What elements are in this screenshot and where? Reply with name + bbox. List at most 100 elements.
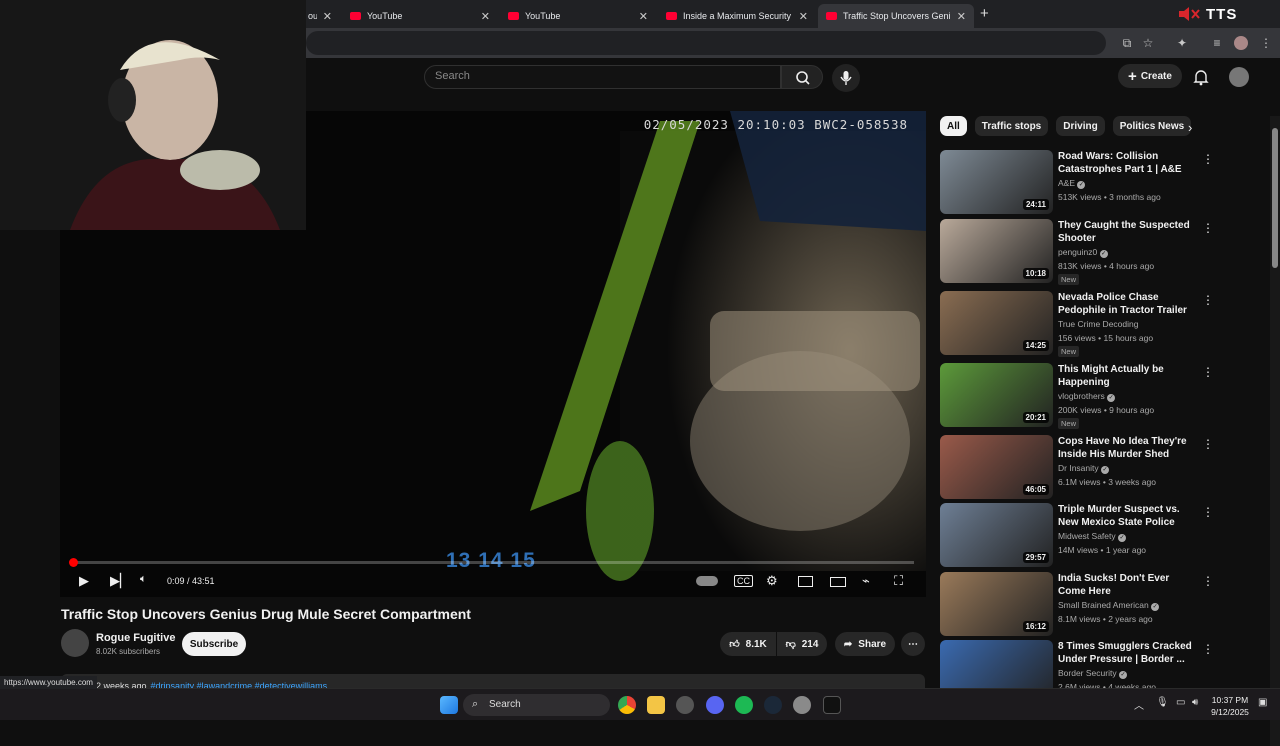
recommendation-title[interactable]: India Sucks! Don't Ever Come Here [1058, 572, 1194, 598]
volume-icon[interactable]: 🔈︎ [140, 573, 147, 586]
video-thumbnail[interactable]: 14:25 [940, 291, 1053, 355]
recommendation-title[interactable]: Nevada Police Chase Pedophile in Tractor… [1058, 291, 1194, 317]
recommendation-channel[interactable]: Midwest Safety ✓ [1058, 531, 1127, 542]
video-thumbnail[interactable]: 29:57 [940, 503, 1053, 567]
more-options-icon[interactable]: ⋮ [1202, 293, 1214, 307]
omnibox[interactable] [306, 31, 1106, 55]
bookmark-star-icon[interactable]: ☆ [1141, 36, 1155, 50]
recommendation-channel[interactable]: A&E ✓ [1058, 178, 1086, 189]
notifications-bell-icon[interactable] [1192, 68, 1210, 86]
recommendation-card[interactable]: 46:05 Cops Have No Idea They're Inside Hi… [940, 435, 1214, 499]
close-tab-icon[interactable]: ✕ [323, 10, 332, 23]
profile-avatar-icon[interactable] [1234, 36, 1248, 50]
tray-chevron-up-icon[interactable]: ︿ [1134, 697, 1144, 712]
share-button[interactable]: ➦ Share [835, 632, 895, 656]
miniplayer-icon[interactable] [798, 576, 813, 587]
spotify-icon[interactable] [735, 696, 753, 714]
scrubber-handle[interactable] [69, 558, 78, 567]
file-explorer-icon[interactable] [647, 696, 665, 714]
recommendation-channel[interactable]: Border Security ✓ [1058, 668, 1127, 679]
recommendation-channel[interactable]: vlogbrothers ✓ [1058, 391, 1116, 402]
browser-tab-active[interactable]: Traffic Stop Uncovers Genius D ✕ [818, 4, 974, 28]
chrome-icon[interactable] [618, 696, 636, 714]
tray-network-icon[interactable]: ▭ [1176, 697, 1185, 708]
taskbar-clock[interactable]: 10:37 PM 9/12/2025 [1208, 694, 1252, 718]
browser-tab[interactable]: Inside a Maximum Security Juv ✕ [658, 4, 816, 28]
steam-icon[interactable] [764, 696, 782, 714]
recommendation-title[interactable]: Cops Have No Idea They're Inside His Mur… [1058, 435, 1194, 461]
voice-search-button[interactable] [832, 64, 860, 92]
discord-icon[interactable] [706, 696, 724, 714]
notification-center-icon[interactable]: ▣ [1258, 697, 1267, 708]
browser-tab[interactable]: ou ✕ [300, 4, 340, 28]
more-options-icon[interactable]: ⋮ [1202, 437, 1214, 451]
more-options-icon[interactable]: ⋮ [1202, 642, 1214, 656]
recommendation-title[interactable]: 8 Times Smugglers Cracked Under Pressure… [1058, 640, 1194, 666]
video-thumbnail[interactable]: 24:11 [940, 150, 1053, 214]
close-tab-icon[interactable]: ✕ [957, 10, 966, 23]
channel-avatar[interactable] [61, 629, 89, 657]
recommendation-channel[interactable]: Dr Insanity ✓ [1058, 463, 1109, 474]
search-button[interactable] [781, 65, 823, 89]
more-options-icon[interactable]: ⋮ [1202, 221, 1214, 235]
progress-bar[interactable] [69, 558, 914, 567]
scrollbar-thumb[interactable] [1272, 128, 1278, 268]
recommendation-channel[interactable]: Small Brained American ✓ [1058, 600, 1160, 611]
recommendation-title[interactable]: Road Wars: Collision Catastrophes Part 1… [1058, 150, 1194, 176]
recommendation-card[interactable]: 10:18 They Caught the Suspected Shooter pe… [940, 219, 1214, 285]
channel-name[interactable]: Rogue Fugitive [96, 632, 175, 644]
browser-menu-icon[interactable]: ⋮ [1259, 36, 1273, 50]
windows-start-icon[interactable] [440, 696, 458, 714]
scrollbar[interactable] [1270, 116, 1280, 746]
fullscreen-icon[interactable]: ⛶ [894, 573, 903, 589]
video-thumbnail[interactable]: 10:18 [940, 219, 1053, 283]
chip-driving[interactable]: Driving [1056, 116, 1105, 136]
chip-politics-news[interactable]: Politics News [1112, 116, 1192, 136]
video-thumbnail[interactable]: 20:21 [940, 363, 1053, 427]
more-actions-button[interactable]: ⋯ [901, 632, 925, 656]
recommendation-channel[interactable]: penguinz0 ✓ [1058, 247, 1108, 258]
cast-icon[interactable]: ⌁ [862, 573, 870, 589]
more-options-icon[interactable]: ⋮ [1202, 365, 1214, 379]
create-button[interactable]: + Create [1118, 64, 1182, 88]
next-video-icon[interactable]: ▶▏ [110, 573, 130, 589]
autoplay-toggle-icon[interactable] [696, 576, 718, 586]
extensions-icon[interactable]: ✦ [1175, 36, 1189, 50]
video-thumbnail[interactable]: 16:12 [940, 572, 1053, 636]
tray-volume-icon[interactable]: 🔊︎ [1192, 697, 1198, 708]
close-tab-icon[interactable]: ✕ [799, 10, 808, 23]
recommendation-card[interactable]: 20:21 This Might Actually be Happening vlo… [940, 363, 1214, 429]
video-thumbnail[interactable]: 46:05 [940, 435, 1053, 499]
account-avatar[interactable] [1229, 67, 1249, 87]
recommendation-title[interactable]: They Caught the Suspected Shooter [1058, 219, 1194, 245]
theater-mode-icon[interactable] [830, 577, 846, 587]
tray-mic-icon[interactable]: 🎙︎ [1156, 697, 1169, 708]
settings-gear-icon[interactable]: ⚙ [766, 573, 778, 589]
chevron-right-icon[interactable]: › [1188, 120, 1192, 135]
more-options-icon[interactable]: ⋮ [1202, 152, 1214, 166]
browser-tab[interactable]: YouTube ✕ [342, 4, 498, 28]
recommendation-card[interactable]: 16:12 India Sucks! Don't Ever Come Here Sm… [940, 572, 1214, 636]
chip-traffic-stops[interactable]: Traffic stops [974, 116, 1049, 136]
search-input[interactable]: Search [424, 65, 781, 89]
recommendation-channel[interactable]: True Crime Decoding [1058, 319, 1138, 329]
app-icon[interactable] [823, 696, 841, 714]
plus-icon[interactable]: + [980, 5, 989, 22]
recommendation-title[interactable]: This Might Actually be Happening [1058, 363, 1194, 389]
reading-list-icon[interactable]: ≡ [1210, 36, 1224, 50]
subscribe-button[interactable]: Subscribe [182, 632, 246, 656]
play-icon[interactable]: ▶ [79, 573, 89, 589]
close-tab-icon[interactable]: ✕ [639, 10, 648, 23]
github-desktop-icon[interactable] [676, 696, 694, 714]
captions-icon[interactable]: CC [734, 575, 753, 587]
more-options-icon[interactable]: ⋮ [1202, 505, 1214, 519]
recommendation-card[interactable]: 29:57 Triple Murder Suspect vs. New Mexic… [940, 503, 1214, 567]
dislike-button[interactable]: 👎︎ 214 [777, 632, 827, 656]
install-app-icon[interactable]: ⧉ [1120, 36, 1134, 50]
chip-all[interactable]: All [940, 116, 967, 136]
taskbar-search[interactable]: ⌕ Search [463, 694, 610, 716]
tts-widget[interactable]: TTS [1178, 4, 1237, 24]
more-options-icon[interactable]: ⋮ [1202, 574, 1214, 588]
close-tab-icon[interactable]: ✕ [481, 10, 490, 23]
browser-tab[interactable]: YouTube ✕ [500, 4, 656, 28]
